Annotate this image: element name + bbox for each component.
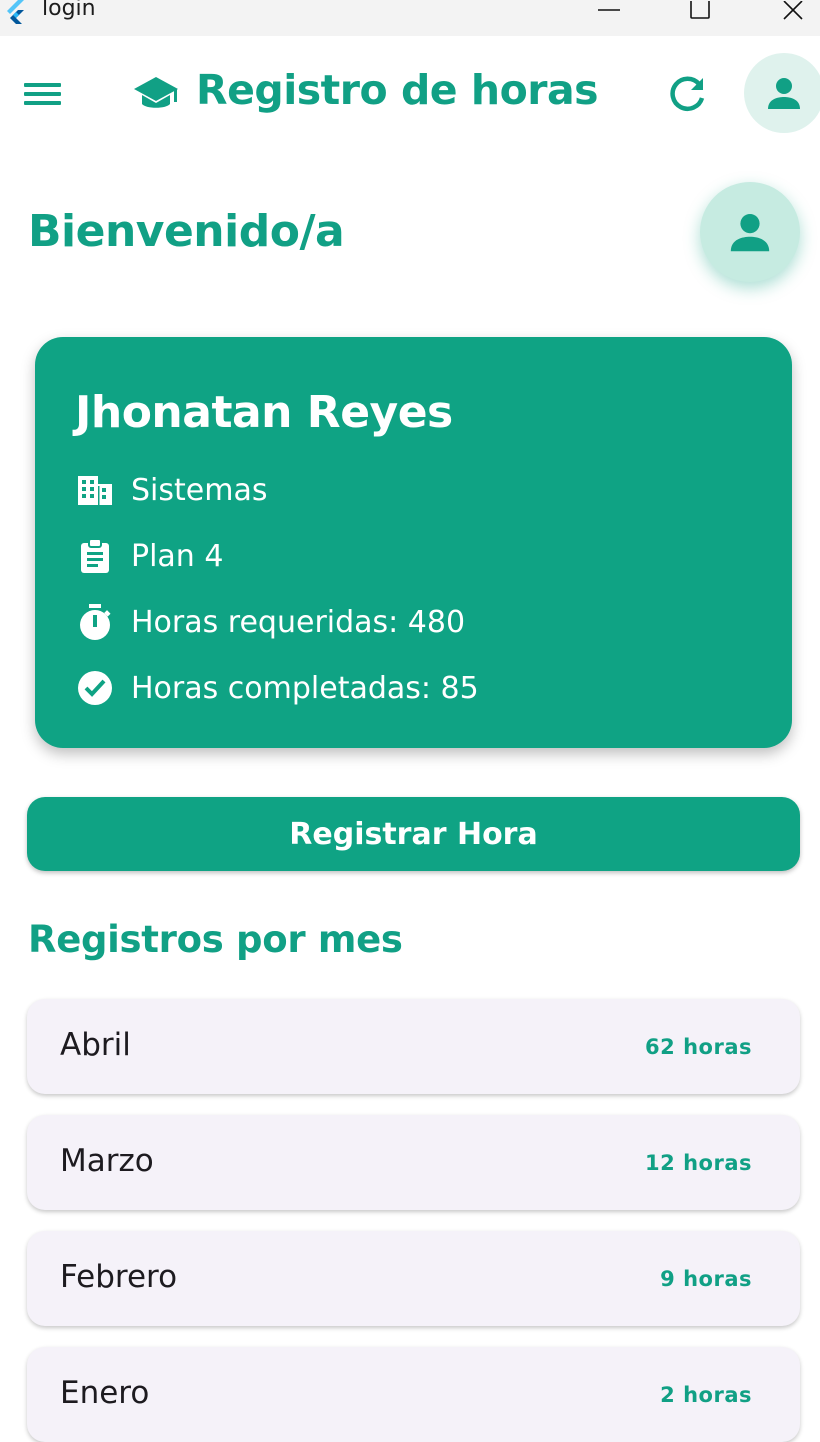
register-hour-button[interactable]: Registrar Hora <box>27 797 800 871</box>
list-item[interactable]: Febrero 9 horas <box>27 1231 800 1326</box>
close-icon <box>783 1 803 20</box>
department-row: Sistemas <box>75 470 267 510</box>
department-text: Sistemas <box>131 472 268 508</box>
window-title: login <box>42 0 96 21</box>
close-window-button[interactable] <box>770 0 816 24</box>
app-bar: Registro de horas <box>0 36 820 148</box>
plan-row: Plan 4 <box>75 536 223 576</box>
app-title: Registro de horas <box>196 66 599 114</box>
list-item[interactable]: Marzo 12 horas <box>27 1115 800 1210</box>
list-item[interactable]: Abril 62 horas <box>27 999 800 1094</box>
month-hours: 12 horas <box>645 1151 752 1175</box>
school-icon <box>132 74 180 114</box>
month-hours: 62 horas <box>645 1035 752 1059</box>
person-icon <box>768 78 800 109</box>
required-hours-text: Horas requeridas: 480 <box>131 604 466 640</box>
window-titlebar: login <box>0 0 820 36</box>
list-item[interactable]: Enero 2 horas <box>27 1347 800 1442</box>
welcome-heading: Bienvenido/a <box>28 206 345 257</box>
month-hours: 9 horas <box>660 1267 752 1291</box>
profile-avatar-button[interactable] <box>744 53 820 133</box>
person-icon <box>730 214 770 252</box>
maximize-icon <box>690 1 710 19</box>
welcome-avatar[interactable] <box>700 182 800 282</box>
menu-button[interactable] <box>20 74 66 114</box>
month-name: Febrero <box>60 1259 178 1295</box>
profile-card: Jhonatan Reyes Sistemas Plan 4 Horas req… <box>35 337 792 748</box>
month-hours: 2 horas <box>660 1383 752 1407</box>
profile-name: Jhonatan Reyes <box>75 387 453 438</box>
timer-icon <box>75 602 115 642</box>
month-name: Enero <box>60 1375 150 1411</box>
refresh-icon <box>670 76 705 112</box>
menu-icon <box>24 83 61 105</box>
minimize-button[interactable] <box>586 0 632 24</box>
month-name: Abril <box>60 1027 131 1063</box>
required-hours-row: Horas requeridas: 480 <box>75 602 465 642</box>
records-section-title: Registros por mes <box>28 918 403 961</box>
building-icon <box>75 470 115 510</box>
completed-hours-text: Horas completadas: 85 <box>131 670 479 706</box>
clipboard-icon <box>75 536 115 576</box>
maximize-button[interactable] <box>677 0 723 24</box>
refresh-button[interactable] <box>664 70 712 118</box>
flutter-logo-icon <box>2 0 32 24</box>
month-name: Marzo <box>60 1143 154 1179</box>
completed-hours-row: Horas completadas: 85 <box>75 668 479 708</box>
plan-text: Plan 4 <box>131 538 224 574</box>
check-circle-icon <box>75 668 115 708</box>
minimize-icon <box>598 9 620 11</box>
